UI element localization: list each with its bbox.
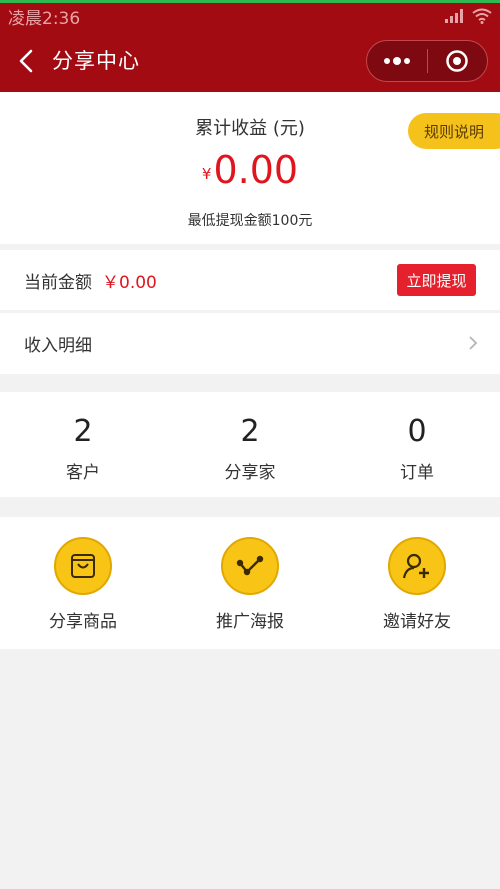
rules-button[interactable]: 规则说明 <box>408 113 500 149</box>
action-icon-wrap <box>221 537 279 595</box>
stat-label: 分享家 <box>224 463 276 483</box>
back-arrow-icon[interactable] <box>14 44 40 78</box>
close-target-icon <box>446 50 468 72</box>
add-user-icon <box>402 553 429 579</box>
status-bar: 凌晨2:36 <box>0 3 500 30</box>
stat-label: 订单 <box>400 463 434 483</box>
stat-value: 2 <box>73 414 93 449</box>
withdraw-button[interactable]: 立即提现 <box>397 264 476 296</box>
chevron-right-icon <box>469 336 478 350</box>
action-icon-wrap <box>388 537 446 595</box>
stats-panel: 2 客户 2 分享家 0 订单 <box>0 392 500 497</box>
action-label: 推广海报 <box>216 612 284 632</box>
balance-value: ￥0.00 <box>102 272 157 293</box>
amount-value: 0.00 <box>213 148 299 192</box>
stat-label: 客户 <box>66 463 100 483</box>
action-label: 分享商品 <box>49 612 117 632</box>
wifi-icon <box>472 8 492 24</box>
invite-friends-button[interactable]: 邀请好友 <box>334 537 500 632</box>
stat-sharers[interactable]: 2 分享家 <box>167 412 333 483</box>
share-nodes-icon <box>236 555 264 576</box>
income-detail-label: 收入明细 <box>24 336 92 356</box>
nav-bar: 分享中心 <box>0 30 500 92</box>
actions-panel: 分享商品 推广海报 邀请好友 <box>0 517 500 649</box>
mini-program-capsule <box>366 40 488 82</box>
signal-icon <box>445 9 463 23</box>
balance-label: 当前金额 <box>24 272 92 293</box>
balance-row: 当前金额 ￥0.00 立即提现 <box>0 250 500 310</box>
income-detail-row[interactable]: 收入明细 <box>0 313 500 374</box>
more-dots-icon <box>383 57 410 65</box>
earnings-amount: ¥0.00 <box>0 148 500 192</box>
promo-poster-button[interactable]: 推广海报 <box>167 537 333 632</box>
status-icons <box>444 8 492 24</box>
action-icon-wrap <box>54 537 112 595</box>
min-withdraw-note: 最低提现金额100元 <box>187 213 313 229</box>
close-button[interactable] <box>427 41 487 81</box>
action-label: 邀请好友 <box>383 612 451 632</box>
shopping-bag-icon <box>71 554 95 578</box>
earnings-card: 累计收益 (元) 规则说明 ¥0.00 最低提现金额100元 <box>0 92 500 244</box>
status-time: 凌晨2:36 <box>8 9 81 29</box>
page-title: 分享中心 <box>52 49 140 73</box>
currency-symbol: ¥ <box>201 165 212 183</box>
share-products-button[interactable]: 分享商品 <box>0 537 166 632</box>
more-button[interactable] <box>367 41 427 81</box>
stat-customers[interactable]: 2 客户 <box>0 412 166 483</box>
stat-orders[interactable]: 0 订单 <box>334 412 500 483</box>
stat-value: 2 <box>240 414 260 449</box>
stat-value: 0 <box>407 414 427 449</box>
